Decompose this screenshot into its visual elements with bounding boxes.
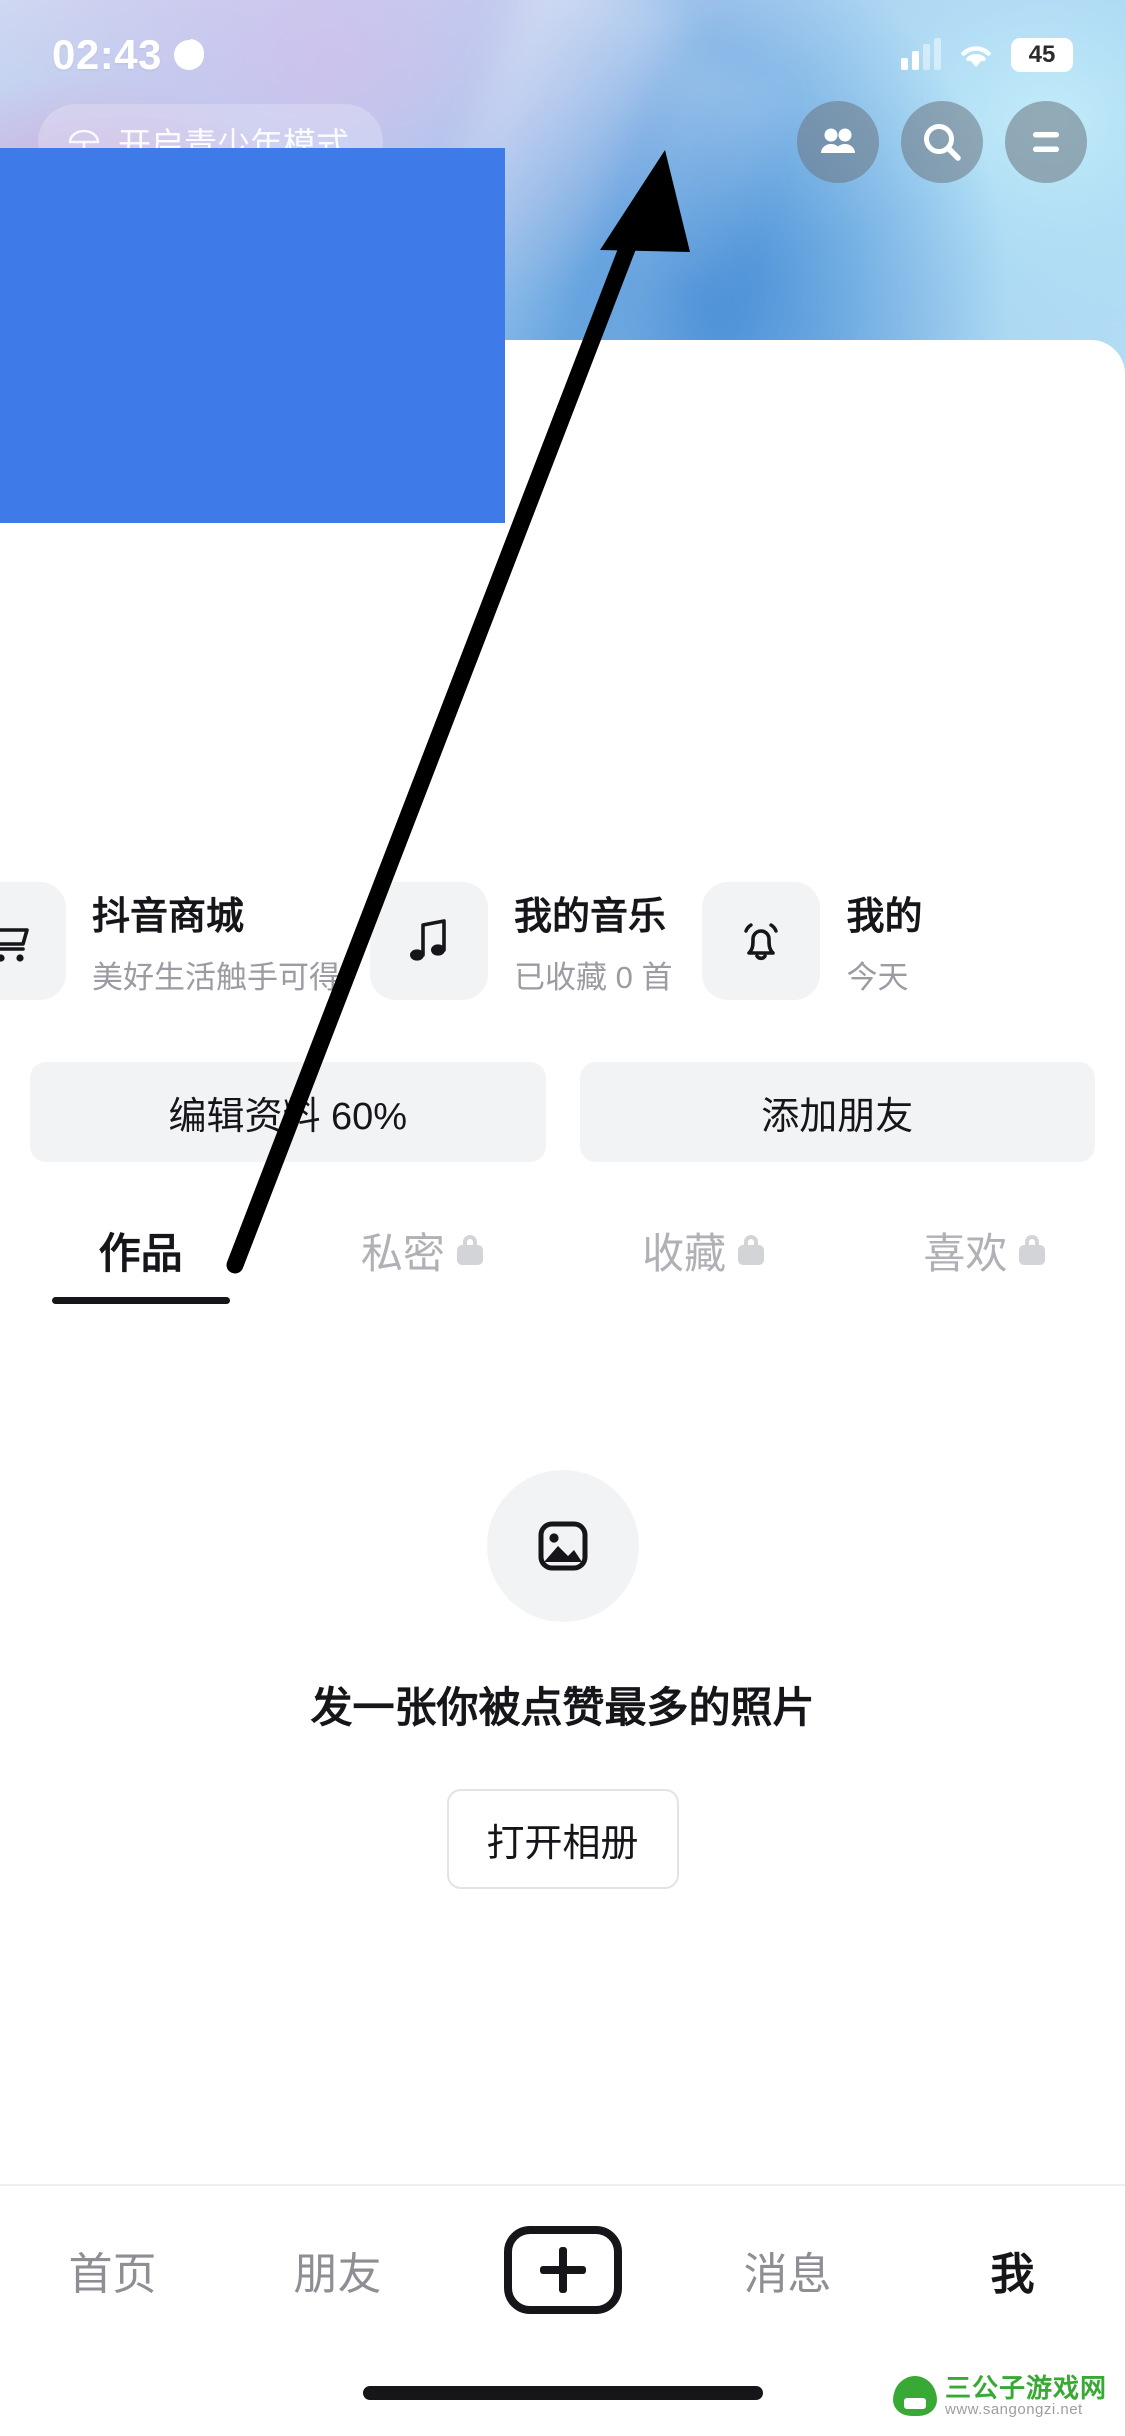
tab-label: 私密 [360,1229,445,1277]
tab-active-underline [51,1297,230,1304]
photo-icon [486,1470,639,1622]
lock-icon [456,1235,483,1265]
status-bar-right: 45 [901,38,1073,72]
watermark-logo-icon [892,2376,937,2417]
annotation-blue-rectangle [0,148,505,523]
music-note-icon [370,882,488,1000]
quick-card-title: 我的音乐 [514,896,667,938]
open-album-button[interactable]: 打开相册 [446,1789,679,1889]
site-watermark: 三公子游戏网 www.sangongzi.net [892,2372,1107,2419]
wifi-icon [957,40,995,70]
tab-works[interactable]: 作品 [0,1196,281,1304]
phone-screen: 02:43 45 开启青少年模式 抖音商城 美好生活触手可得 我的音乐 已收藏 … [0,0,1125,2436]
header-actions [797,101,1087,183]
quick-card-subtitle: 已收藏 0 首 [514,960,673,995]
edit-profile-button[interactable]: 编辑资料 60% [30,1062,546,1162]
status-time: 02:43 [52,31,162,78]
quick-card-title: 抖音商城 [92,896,245,938]
bell-icon [702,882,821,1000]
empty-state-message: 发一张你被点赞最多的照片 [310,1684,815,1731]
quick-card-text: 抖音商城 美好生活触手可得 [92,885,340,997]
profile-tabs: 作品 私密 收藏 喜欢 [0,1196,1125,1304]
battery-indicator: 45 [1011,38,1073,72]
nav-messages[interactable]: 消息 [675,2238,900,2302]
quick-card-text: 我的 今天 [846,885,922,997]
quick-card-notification[interactable]: 我的 今天 [702,882,922,1000]
quick-card-subtitle: 美好生活触手可得 [92,960,340,995]
quick-card-music[interactable]: 我的音乐 已收藏 0 首 [370,882,672,1000]
profile-action-buttons: 编辑资料 60% 添加朋友 [0,1062,1125,1162]
quick-card-subtitle: 今天 [846,960,909,995]
tab-liked[interactable]: 喜欢 [844,1196,1125,1304]
quick-card-text: 我的音乐 已收藏 0 首 [514,885,672,997]
home-indicator [362,2386,763,2400]
quick-card-mall[interactable]: 抖音商城 美好生活触手可得 [0,882,340,1000]
status-bar-left: 02:43 [52,31,204,79]
lock-icon [1019,1235,1046,1265]
shopping-cart-icon [0,882,66,1000]
tab-label: 喜欢 [923,1229,1008,1277]
nav-create-button[interactable] [450,2226,675,2314]
nav-home[interactable]: 首页 [0,2238,225,2302]
menu-icon[interactable] [1005,101,1087,183]
nav-friends[interactable]: 朋友 [225,2238,450,2302]
profile-content-sheet [0,340,1125,2436]
signal-bars-icon [901,38,941,70]
search-icon[interactable] [901,101,983,183]
watermark-title: 三公子游戏网 [944,2372,1107,2403]
moon-icon [173,40,204,70]
tab-label: 收藏 [642,1229,727,1277]
watermark-text: 三公子游戏网 www.sangongzi.net [944,2372,1107,2419]
quick-entry-cards: 抖音商城 美好生活触手可得 我的音乐 已收藏 0 首 我的 今天 [0,856,1125,1026]
nav-me[interactable]: 我 [900,2238,1125,2302]
add-friend-button[interactable]: 添加朋友 [579,1062,1095,1162]
watermark-url: www.sangongzi.net [944,2401,1083,2419]
tab-private[interactable]: 私密 [281,1196,562,1304]
plus-icon [503,2226,622,2314]
bottom-nav-items: 首页 朋友 消息 我 [0,2186,1125,2354]
lock-icon [738,1235,765,1265]
friends-icon[interactable] [797,101,879,183]
status-bar: 02:43 45 [0,0,1125,110]
tab-favorites[interactable]: 收藏 [563,1196,844,1304]
tab-label: 作品 [98,1229,183,1277]
quick-card-title: 我的 [846,896,923,938]
empty-state: 发一张你被点赞最多的照片 打开相册 [0,1470,1125,1889]
